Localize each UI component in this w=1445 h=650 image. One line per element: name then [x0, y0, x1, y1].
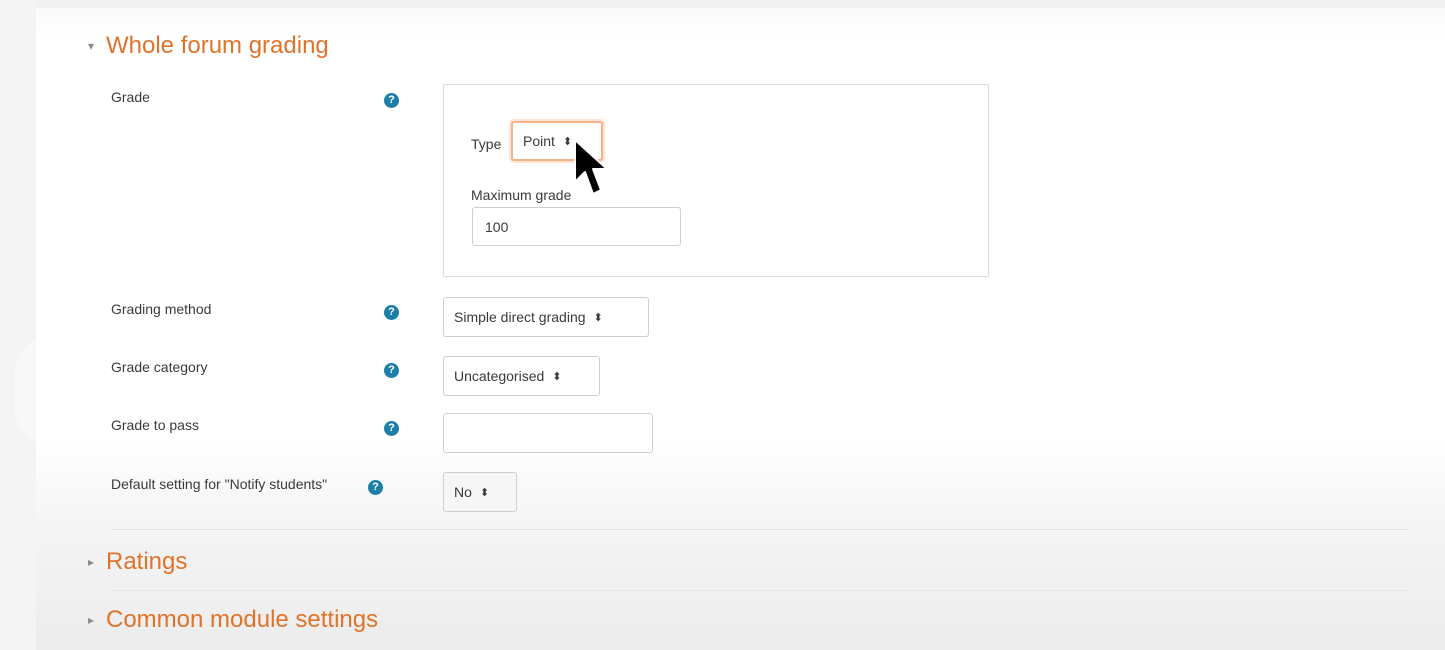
grade-type-value: Point [523, 133, 555, 149]
max-grade-label: Maximum grade [471, 187, 572, 203]
help-icon[interactable]: ? [384, 93, 399, 108]
help-icon[interactable]: ? [384, 305, 399, 320]
help-icon[interactable]: ? [368, 480, 383, 495]
section-whole-forum-grading[interactable]: ▾ Whole forum grading [88, 31, 329, 61]
grade-to-pass-input[interactable] [443, 413, 653, 453]
grade-fieldset [443, 84, 989, 277]
section-title: Common module settings [106, 606, 379, 633]
select-arrows-icon: ⬍ [562, 135, 573, 148]
left-margin-strip [0, 0, 37, 650]
help-icon[interactable]: ? [384, 421, 399, 436]
mouse-pointer-icon [574, 139, 608, 195]
help-icon[interactable]: ? [384, 363, 399, 378]
grading-method-value: Simple direct grading [454, 309, 586, 325]
notify-students-label: Default setting for "Notify students" [111, 476, 328, 492]
grade-type-label: Type [471, 136, 502, 152]
select-arrows-icon: ⬍ [552, 370, 562, 383]
grade-category-select[interactable]: Uncategorised ⬍ [443, 356, 600, 396]
section-common-module-settings[interactable]: ▸ Common module settings [88, 605, 378, 635]
section-divider [111, 529, 1408, 530]
grade-category-label: Grade category [111, 359, 208, 375]
grade-to-pass-label: Grade to pass [111, 417, 199, 433]
select-arrows-icon: ⬍ [479, 486, 490, 499]
section-title: Ratings [106, 548, 188, 575]
expand-caret-icon: ▸ [88, 555, 95, 569]
notify-students-value: No [454, 484, 472, 500]
notify-students-select[interactable]: No ⬍ [443, 472, 517, 512]
section-ratings[interactable]: ▸ Ratings [88, 547, 187, 577]
section-divider [111, 590, 1408, 591]
max-grade-input[interactable]: 100 [472, 207, 681, 246]
expand-caret-icon: ▸ [88, 613, 95, 627]
section-title: Whole forum grading [106, 32, 329, 59]
collapse-caret-icon: ▾ [88, 39, 95, 53]
select-arrows-icon: ⬍ [593, 311, 603, 324]
grade-label: Grade [111, 89, 150, 105]
grading-method-label: Grading method [111, 301, 212, 317]
grade-category-value: Uncategorised [454, 368, 545, 384]
grading-method-select[interactable]: Simple direct grading ⬍ [443, 297, 649, 337]
top-band [36, 0, 1445, 8]
